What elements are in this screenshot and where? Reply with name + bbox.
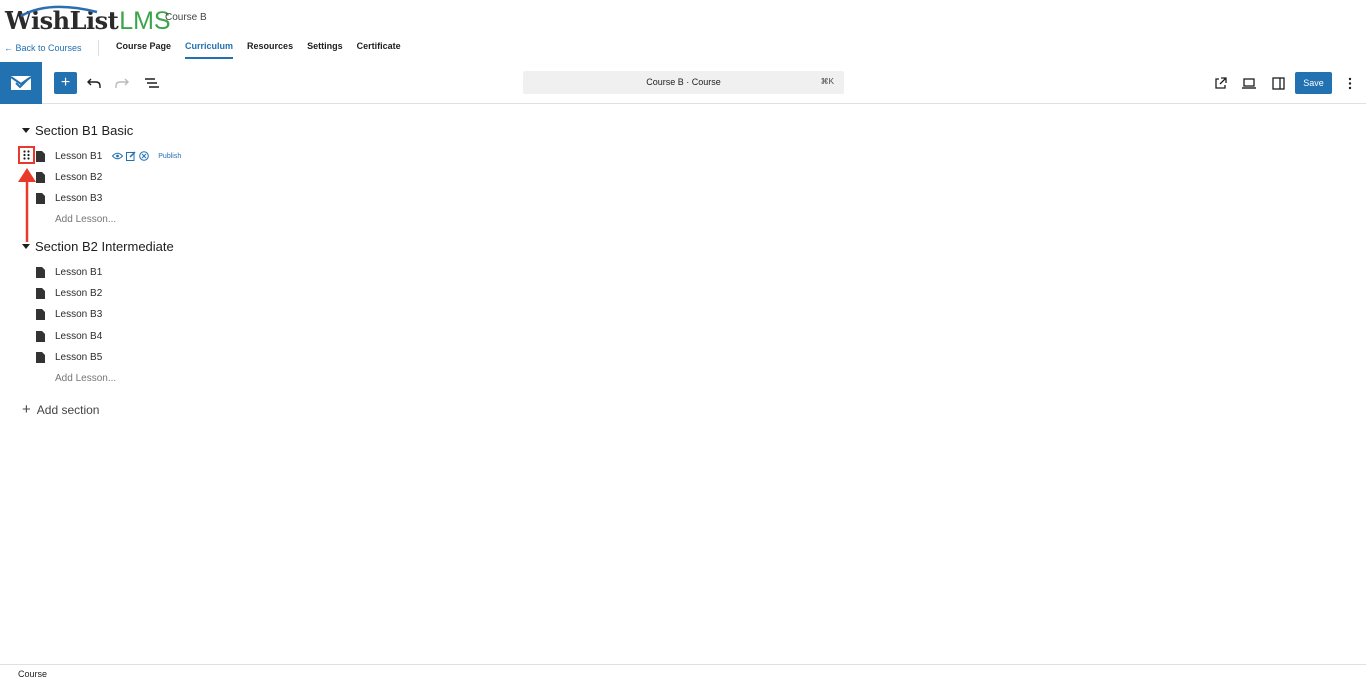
- caret-down-icon[interactable]: [22, 244, 30, 249]
- add-lesson-input[interactable]: Add Lesson...: [55, 214, 116, 225]
- publish-link[interactable]: Publish: [158, 153, 181, 160]
- lesson-title: Lesson B4: [55, 330, 103, 342]
- lesson-title: Lesson B3: [55, 192, 103, 204]
- section-title: Section B1 Basic: [35, 123, 134, 138]
- section-header-b1[interactable]: Section B1 Basic: [22, 123, 133, 138]
- document-icon: [36, 266, 45, 278]
- command-palette-button[interactable]: Course B · Course ⌘K: [523, 71, 844, 94]
- document-icon: [36, 308, 45, 320]
- list-view-icon: [144, 78, 159, 88]
- tab-settings[interactable]: Settings: [307, 41, 343, 59]
- tab-certificate[interactable]: Certificate: [357, 41, 401, 59]
- lesson-item[interactable]: Lesson B4: [36, 329, 102, 343]
- add-section-button[interactable]: + Add section: [22, 401, 99, 418]
- plus-icon: +: [60, 74, 71, 91]
- undo-button[interactable]: [85, 74, 103, 92]
- redo-button[interactable]: [113, 74, 131, 92]
- caret-down-icon[interactable]: [22, 128, 30, 133]
- lesson-title: Lesson B5: [55, 351, 103, 363]
- document-icon: [36, 287, 45, 299]
- document-icon: [36, 351, 45, 363]
- lesson-item[interactable]: Lesson B1 Publish: [36, 149, 181, 163]
- lesson-title: Lesson B2: [55, 287, 103, 299]
- back-to-courses-link[interactable]: ← Back to Courses: [4, 43, 82, 53]
- wishlist-lms-logo[interactable]: WishList LMS: [5, 5, 171, 36]
- settings-sidebar-button[interactable]: [1269, 74, 1287, 92]
- external-link-icon: [1214, 76, 1227, 89]
- course-tabs: Course Page Curriculum Resources Setting…: [116, 41, 415, 59]
- lesson-title: Lesson B1: [55, 150, 103, 162]
- editor-toolbar: + Course B · Course ⌘K Save: [0, 62, 1366, 104]
- logo-text-lms: LMS: [119, 7, 171, 35]
- plus-icon: +: [22, 401, 31, 418]
- document-overview-button[interactable]: [142, 74, 160, 92]
- site-logo-button[interactable]: [0, 62, 42, 104]
- eye-icon[interactable]: [112, 152, 124, 160]
- logo-swoosh-icon: [20, 5, 98, 18]
- tab-resources[interactable]: Resources: [247, 41, 293, 59]
- more-vertical-icon: [1348, 77, 1352, 89]
- header-divider: [98, 40, 99, 56]
- lesson-item[interactable]: Lesson B2: [36, 286, 102, 300]
- add-section-label: Add section: [36, 402, 100, 417]
- laptop-icon: [1242, 77, 1256, 89]
- document-icon: [36, 150, 45, 162]
- preview-device-button[interactable]: [1240, 74, 1258, 92]
- command-shortcut: ⌘K: [820, 77, 834, 86]
- add-lesson-input[interactable]: Add Lesson...: [55, 373, 116, 384]
- command-title: Course B · Course: [646, 77, 721, 87]
- top-header: WishList LMS Course B ← Back to Courses …: [0, 0, 1366, 62]
- undo-icon: [87, 78, 101, 88]
- editor-footer: Course: [0, 664, 1366, 681]
- tab-course-page[interactable]: Course Page: [116, 41, 171, 59]
- view-page-button[interactable]: [1211, 74, 1229, 92]
- lesson-item[interactable]: Lesson B3: [36, 307, 102, 321]
- edit-icon[interactable]: [126, 151, 136, 161]
- add-block-button[interactable]: +: [54, 72, 77, 94]
- lesson-title: Lesson B3: [55, 308, 103, 320]
- lesson-item[interactable]: Lesson B5: [36, 350, 102, 364]
- lesson-item[interactable]: Lesson B1: [36, 265, 102, 279]
- lesson-title: Lesson B2: [55, 171, 103, 183]
- section-header-b2[interactable]: Section B2 Intermediate: [22, 239, 174, 254]
- lesson-item[interactable]: Lesson B3: [36, 191, 102, 205]
- drag-handle-icon: [23, 150, 30, 160]
- lesson-actions: Publish: [112, 151, 181, 161]
- drag-handle-highlight[interactable]: [18, 146, 35, 164]
- envelope-check-icon: [10, 76, 32, 90]
- sidebar-toggle-icon: [1271, 76, 1285, 90]
- remove-circle-icon[interactable]: [139, 151, 150, 161]
- course-name: Course B: [165, 12, 207, 23]
- lesson-title: Lesson B1: [55, 266, 103, 278]
- tab-curriculum[interactable]: Curriculum: [185, 41, 234, 59]
- save-button[interactable]: Save: [1295, 72, 1332, 94]
- footer-breadcrumb[interactable]: Course: [18, 669, 47, 679]
- red-arrow-annotation: [18, 168, 36, 242]
- lesson-item[interactable]: Lesson B2: [36, 170, 102, 184]
- options-menu-button[interactable]: [1341, 74, 1359, 92]
- section-title: Section B2 Intermediate: [35, 239, 174, 254]
- document-icon: [36, 330, 45, 342]
- redo-icon: [115, 78, 129, 88]
